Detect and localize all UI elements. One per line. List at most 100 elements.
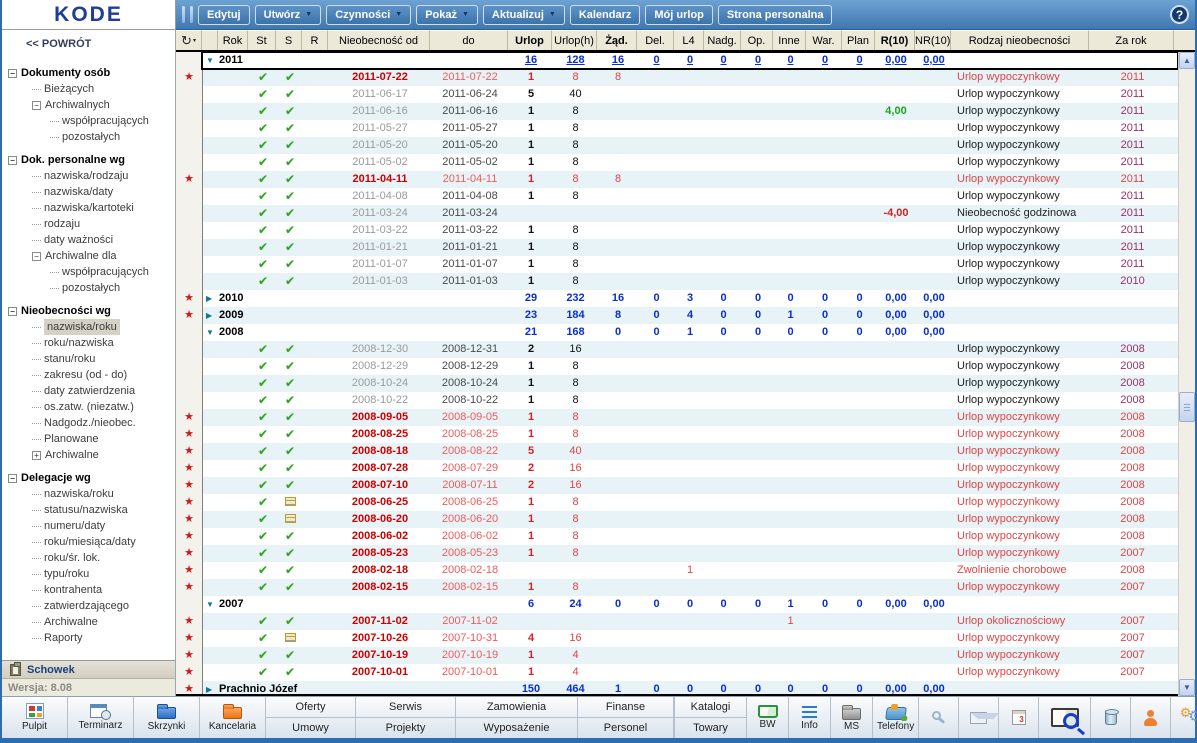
toolbar-button-mój-urlop[interactable]: Mój urlop [645, 4, 713, 25]
table-row[interactable]: ✔ ✔ 2011-06-16 2011-06-16 1 8 4,00 Urlop wypocz… [176, 103, 1178, 120]
collapse-box-icon[interactable]: − [8, 155, 17, 165]
menu-item-serwis[interactable]: Serwis [356, 697, 456, 718]
table-row[interactable]: ★ ✔ 2008-06-20 2008-06-20 1 8 Urlop wypoczynko… [176, 511, 1178, 528]
menu-item-zamowienia[interactable]: Zamowienia [456, 697, 578, 718]
lookup-book-icon-button[interactable] [1039, 697, 1092, 738]
sidebar-item-planowane[interactable]: Planowane [2, 431, 175, 447]
refresh-header-cell[interactable]: ↻ ▾ [176, 30, 202, 50]
table-row[interactable]: ★ ✔ ✔ 2008-06-02 2008-06-02 1 8 Urlop wypoczynk… [176, 528, 1178, 545]
table-row[interactable]: ✔ ✔ 2011-05-20 2011-05-20 1 8 Urlop wypoczynko… [176, 137, 1178, 154]
table-row[interactable]: ✔ ✔ 2008-12-30 2008-12-31 2 16 Urlop wypoczynk… [176, 341, 1178, 358]
module-button-bw[interactable]: BW [747, 697, 789, 738]
group-row-2007[interactable]: ▼ 2007 6 24 0 0 0 0 0 1 0 0 0,00 0,00 [176, 596, 1178, 613]
sidebar-item-archiwalne[interactable]: + Archiwalne [2, 447, 175, 463]
column-header-urloph[interactable]: Urlop(h) [552, 30, 597, 50]
table-row[interactable]: ✔ ✔ 2008-12-29 2008-12-29 1 8 Urlop wypoczynko… [176, 358, 1178, 375]
group-row-2010[interactable]: ★ ▶ 2010 29 232 16 0 3 0 0 0 0 0 0,00 0,00 [176, 290, 1178, 307]
sidebar-item-zakresu-od-do[interactable]: zakresu (od - do) [2, 367, 175, 383]
search-icon-button[interactable] [919, 697, 960, 738]
toolbar-button-czynności[interactable]: Czynności ▼ [326, 4, 412, 25]
table-row[interactable]: ★ ✔ ✔ 2008-07-10 2008-07-11 2 16 Urlop wypoczyn… [176, 477, 1178, 494]
scroll-down-icon[interactable]: ▼ [1179, 679, 1195, 696]
sidebar-item-archiwalnych[interactable]: − Archiwalnych [2, 97, 175, 113]
expand-icon[interactable]: ▶ [203, 307, 219, 324]
sidebar-item-nazwiska-kartoteki[interactable]: nazwiska/kartoteki [2, 200, 175, 216]
module-button-info[interactable]: Info [789, 697, 831, 738]
scrollbar-thumb[interactable] [1179, 392, 1195, 423]
sidebar-item-statusu-nazwiska[interactable]: statusu/nazwiska [2, 502, 175, 518]
sidebar-item-stanu-roku[interactable]: stanu/roku [2, 351, 175, 367]
sidebar-item-współpracujących[interactable]: współpracujących [2, 264, 175, 280]
column-header-r10[interactable]: R(10) [875, 30, 915, 50]
column-header-inne[interactable]: Inne [773, 30, 806, 50]
toolbar-button-pokaż[interactable]: Pokaż ▼ [416, 4, 478, 25]
collapse-box-icon[interactable]: − [8, 306, 17, 316]
calendar-icon-button[interactable] [999, 697, 1040, 738]
menu-item-katalogi[interactable]: Katalogi [675, 697, 746, 718]
sidebar-item-daty-ważności[interactable]: daty ważności [2, 232, 175, 248]
column-header-s[interactable]: S [276, 30, 302, 50]
table-row[interactable]: ✔ ✔ 2008-10-24 2008-10-24 1 8 Urlop wypoczynko… [176, 375, 1178, 392]
column-header-plan[interactable]: Plan [842, 30, 875, 50]
column-header-nadg[interactable]: Nadg. [704, 30, 741, 50]
sidebar-item-archiwalne-dla[interactable]: − Archiwalne dla [2, 248, 175, 264]
sidebar-item-nazwiska-daty[interactable]: nazwiska/daty [2, 184, 175, 200]
table-row[interactable]: ✔ ✔ 2011-01-03 2011-01-03 1 8 Urlop wypoczynko… [176, 273, 1178, 290]
expand-icon[interactable]: ▶ [203, 681, 219, 694]
toolbar-button-utwórz[interactable]: Utwórz ▼ [254, 4, 322, 25]
sidebar-item-bieżących[interactable]: Bieżących [2, 81, 175, 97]
sidebar-item-zatwierdzającego[interactable]: zatwierdzającego [2, 598, 175, 614]
column-header-zad[interactable]: Żąd. [597, 30, 637, 50]
table-row[interactable]: ✔ ✔ 2008-10-22 2008-10-22 1 8 Urlop wypoczynko… [176, 392, 1178, 409]
sidebar-item-dokumenty-osób[interactable]: − Dokumenty osób [2, 65, 175, 81]
sidebar-item-raporty[interactable]: Raporty [2, 630, 175, 646]
collapse-box-icon[interactable]: − [8, 68, 17, 78]
collapse-icon[interactable]: ▼ [203, 52, 219, 69]
collapse-box-icon[interactable]: − [32, 100, 41, 110]
toolbar-grip-icon[interactable] [190, 6, 193, 23]
sidebar-item-os-zatw-niezatw[interactable]: os.zatw. (niezatw.) [2, 399, 175, 415]
sidebar-item-delegacje-wg[interactable]: − Delegacje wg [2, 470, 175, 486]
clipboard-bar[interactable]: Schowek [2, 660, 175, 679]
toolbar-button-edytuj[interactable]: Edytuj [198, 4, 250, 25]
mail-icon-button[interactable] [959, 697, 1001, 738]
bin-icon-button[interactable] [1091, 697, 1132, 738]
column-header-rok[interactable]: Rok [218, 30, 248, 50]
sidebar-item-nieobecności-wg[interactable]: − Nieobecności wg [2, 303, 175, 319]
column-header-do[interactable]: do [430, 30, 508, 50]
menu-item-personel[interactable]: Personel [578, 717, 674, 738]
column-header-rodzaj[interactable]: Rodzaj nieobecności [951, 30, 1089, 50]
table-row[interactable]: ★ ✔ ✔ 2011-04-11 2011-04-11 1 8 8 Urlop wypoczyn… [176, 171, 1178, 188]
taskbar-app-terminarz[interactable]: Terminarz [68, 697, 134, 738]
user-icon-button[interactable] [1131, 697, 1172, 738]
column-header-del[interactable]: Del. [637, 30, 674, 50]
table-row[interactable]: ✔ ✔ 2011-03-22 2011-03-22 1 8 Urlop wypoczynko… [176, 222, 1178, 239]
group-row-2011[interactable]: ▼ 2011 16 128 16 0 0 0 0 0 0 0 0,00 0,00 [176, 52, 1178, 70]
toolbar-button-kalendarz[interactable]: Kalendarz [569, 4, 641, 25]
taskbar-app-kancelaria[interactable]: Kancelaria [200, 697, 266, 738]
taskbar-app-pulpit[interactable]: Pulpit [2, 697, 68, 738]
table-row[interactable]: ★ ✔ ✔ 2008-05-23 2008-05-23 1 8 Urlop wypoczynk… [176, 545, 1178, 562]
module-button-telefony[interactable]: Telefony [873, 697, 920, 738]
sidebar-item-nazwiska-roku[interactable]: nazwiska/roku [2, 486, 175, 502]
table-row[interactable]: ★ ✔ ✔ 2007-11-02 2007-11-02 1 Urlop okolicznoś… [176, 613, 1178, 630]
table-row[interactable]: ✔ ✔ 2011-05-02 2011-05-02 1 8 Urlop wypoczynko… [176, 154, 1178, 171]
menu-item-oferty[interactable]: Oferty [266, 697, 356, 718]
collapse-box-icon[interactable]: − [32, 251, 41, 261]
sidebar-item-daty-zatwierdzenia[interactable]: daty zatwierdzenia [2, 383, 175, 399]
table-row[interactable]: ★ ✔ 2008-06-25 2008-06-25 1 8 Urlop wypoczynko… [176, 494, 1178, 511]
sidebar-item-pozostałych[interactable]: pozostałych [2, 280, 175, 296]
sidebar-item-rodzaju[interactable]: rodzaju [2, 216, 175, 232]
column-header-st[interactable]: St [248, 30, 276, 50]
table-row[interactable]: ★ ✔ ✔ 2008-08-25 2008-08-25 1 8 Urlop wypoczynk… [176, 426, 1178, 443]
table-row[interactable]: ★ ✔ 2007-10-26 2007-10-31 4 16 Urlop wypoczynk… [176, 630, 1178, 647]
collapse-icon[interactable]: ▼ [203, 596, 219, 613]
sidebar-item-pozostałych[interactable]: pozostałych [2, 129, 175, 145]
group-row-prachnio-józef[interactable]: ★ ▶ Prachnio Józef 150 464 1 0 0 0 0 0 0 0 0,00 0,00 [176, 681, 1178, 694]
sidebar-item-nazwiska-roku[interactable]: nazwiska/roku [2, 319, 175, 335]
table-row[interactable]: ★ ✔ ✔ 2007-10-01 2007-10-01 1 4 Urlop wypoczynk… [176, 664, 1178, 681]
table-row[interactable]: ★ ✔ ✔ 2008-02-18 2008-02-18 1 Zwolnienie choro… [176, 562, 1178, 579]
sidebar-item-współpracujących[interactable]: współpracujących [2, 113, 175, 129]
menu-item-towary[interactable]: Towary [675, 718, 746, 738]
column-header-op[interactable]: Op. [741, 30, 773, 50]
